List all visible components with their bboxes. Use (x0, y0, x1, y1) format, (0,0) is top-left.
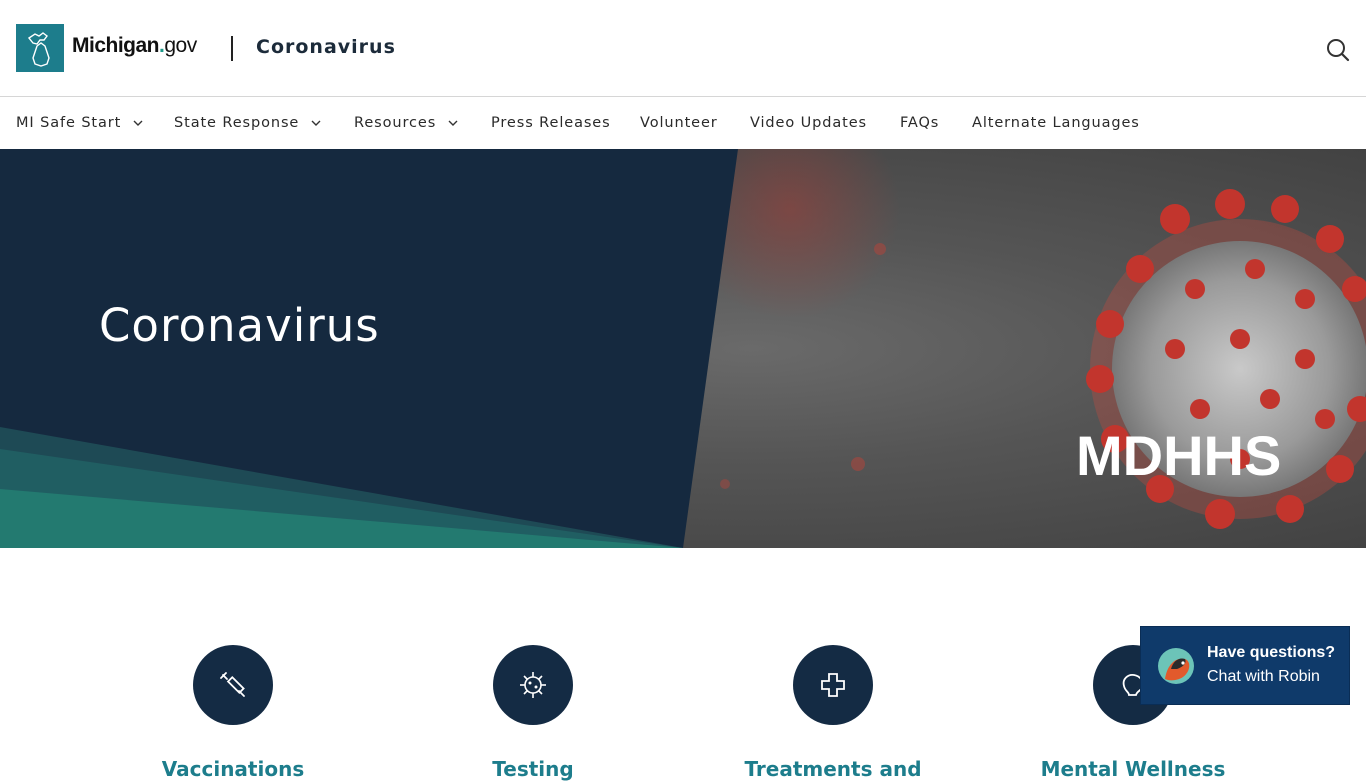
michigan-gov-wordmark[interactable]: Michigan.gov (72, 34, 197, 58)
card-label-testing[interactable]: Testing (403, 757, 663, 781)
chevron-down-icon (448, 120, 458, 126)
nav-item-label: MI Safe Start (16, 115, 122, 131)
nav-item-label: State Response (174, 115, 300, 131)
nav-item-label: Volunteer (640, 115, 718, 131)
chat-with-robin-widget[interactable]: Have questions? Chat with Robin (1140, 626, 1350, 705)
nav-item-volunteer[interactable]: Volunteer (640, 97, 718, 149)
michigan-logo-icon[interactable] (16, 24, 64, 72)
chevron-down-icon (133, 120, 143, 126)
search-icon[interactable] (1324, 36, 1352, 64)
nav-item-state-response[interactable]: State Response (174, 97, 321, 149)
chat-cta-text: Chat with Robin (1207, 668, 1320, 685)
robin-bird-icon (1157, 647, 1195, 685)
mdhhs-logo-text: MDHHS (1076, 424, 1281, 487)
nav-item-label: Resources (354, 115, 437, 131)
virus-icon[interactable] (493, 645, 573, 725)
nav-item-mi-safe-start[interactable]: MI Safe Start (16, 97, 143, 149)
site-header: Michigan.gov Coronavirus (0, 0, 1366, 97)
nav-item-resources[interactable]: Resources (354, 97, 458, 149)
nav-item-label: Alternate Languages (972, 115, 1140, 131)
nav-item-label: Press Releases (491, 115, 611, 131)
nav-item-video-updates[interactable]: Video Updates (750, 97, 867, 149)
nav-item-label: Video Updates (750, 115, 868, 131)
card-label-treatments[interactable]: Treatments and (703, 757, 963, 781)
brand-suffix: gov (164, 34, 197, 57)
hero-banner: MDHHS Coronavirus (0, 149, 1366, 548)
nav-item-press-releases[interactable]: Press Releases (491, 97, 611, 149)
site-title[interactable]: Coronavirus (256, 36, 396, 58)
brand-main: Michigan (72, 34, 160, 57)
header-divider (231, 36, 233, 61)
nav-item-faqs[interactable]: FAQs (900, 97, 939, 149)
card-label-mental-wellness[interactable]: Mental Wellness (1003, 757, 1263, 781)
medical-cross-icon[interactable] (793, 645, 873, 725)
syringe-icon[interactable] (193, 645, 273, 725)
mdhhs-logo: MDHHS (1076, 424, 1281, 487)
card-label-vaccinations[interactable]: Vaccinations (103, 757, 363, 781)
chevron-down-icon (311, 120, 321, 126)
hero-title: Coronavirus (99, 299, 380, 352)
nav-item-label: FAQs (900, 115, 940, 131)
nav-item-alternate-languages[interactable]: Alternate Languages (972, 97, 1140, 149)
chat-question-text: Have questions? (1207, 644, 1336, 661)
main-nav: MI Safe Start State Response Resources P… (0, 97, 1366, 149)
